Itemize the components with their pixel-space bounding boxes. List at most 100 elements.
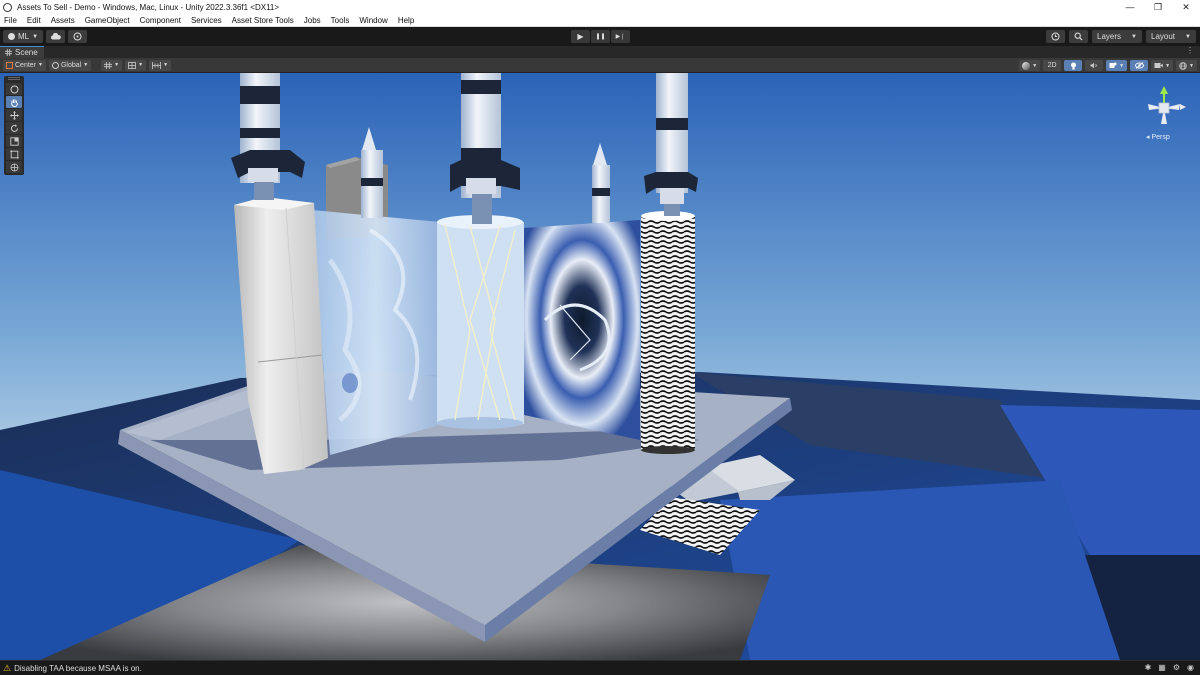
restore-button[interactable]: ❐ [1144, 0, 1172, 14]
tab-scene-label: Scene [15, 48, 38, 57]
increment-snap-button[interactable]: ▼ [149, 59, 172, 71]
step-button[interactable]: ▶❘ [611, 30, 630, 43]
gizmos-dropdown[interactable]: ▼ [1176, 60, 1197, 71]
menu-gameobject[interactable]: GameObject [80, 16, 135, 25]
pause-button[interactable]: ❚❚ [591, 30, 610, 43]
perspective-icon: ◂ [1146, 134, 1150, 141]
rect-tool-button[interactable] [6, 148, 22, 160]
account-label: ML [17, 32, 30, 41]
chevron-down-icon: ▼ [1131, 33, 1137, 40]
globe-icon [51, 61, 59, 69]
projection-label[interactable]: ◂ Persp [1146, 133, 1170, 141]
search-icon [1074, 32, 1083, 41]
history-icon [73, 32, 82, 41]
hand-tool-button[interactable] [6, 96, 22, 108]
hidden-eye-icon [1134, 62, 1144, 69]
grid-icon [104, 61, 113, 69]
pivot-label: Center [15, 61, 37, 69]
chevron-down-icon: ▼ [1165, 62, 1171, 69]
chevron-down-icon: ▼ [1032, 62, 1038, 69]
collab-button[interactable] [68, 30, 87, 43]
scene-visibility-toggle[interactable] [1130, 60, 1149, 71]
menu-asset-store-tools[interactable]: Asset Store Tools [227, 16, 299, 25]
title-bar: Assets To Sell - Demo - Windows, Mac, Li… [0, 0, 1200, 14]
unity-logo-icon [3, 2, 12, 12]
menu-jobs[interactable]: Jobs [299, 16, 326, 25]
toggle-2d-button[interactable]: 2D [1043, 60, 1062, 71]
grid-icon [5, 49, 12, 56]
grid-visibility-button[interactable]: ▼ [101, 59, 123, 71]
tools-overlay [4, 76, 24, 175]
bug-icon[interactable]: ✱ [1145, 663, 1152, 672]
unity-editor: Assets To Sell - Demo - Windows, Mac, Li… [0, 0, 1200, 675]
scene-viewport[interactable] [0, 73, 1200, 660]
camera-icon [1154, 63, 1163, 68]
play-button[interactable]: ▶ [571, 30, 590, 43]
debug-mode-icon[interactable]: ⚙ [1173, 663, 1180, 672]
menu-edit[interactable]: Edit [22, 16, 46, 25]
menu-tools[interactable]: Tools [326, 16, 355, 25]
chevron-down-icon: ▼ [138, 62, 144, 68]
layers-dropdown[interactable]: Layers ▼ [1092, 30, 1142, 43]
scale-tool-button[interactable] [6, 135, 22, 147]
chevron-down-icon: ▼ [1119, 62, 1125, 69]
layout-dropdown[interactable]: Layout ▼ [1146, 30, 1196, 43]
tab-scene[interactable]: Scene [0, 46, 44, 58]
effects-icon [1109, 62, 1117, 68]
camera-dropdown[interactable]: ▼ [1151, 60, 1174, 71]
warning-icon: ⚠ [3, 662, 12, 673]
move-arrows-icon [9, 110, 19, 120]
notification-icon[interactable]: ◉ [1187, 663, 1194, 672]
orientation-gizmo[interactable]: ◂ Persp [1140, 84, 1188, 144]
playback-controls: ▶ ❚❚ ▶❘ [571, 30, 630, 43]
audio-toggle[interactable] [1085, 60, 1104, 71]
draw-mode-dropdown[interactable]: ▼ [1019, 60, 1041, 71]
undo-history-button[interactable] [1046, 30, 1065, 43]
rotate-icon [10, 124, 18, 132]
minimize-button[interactable]: — [1116, 0, 1144, 14]
scene-render [0, 73, 1200, 660]
window-title: Assets To Sell - Demo - Windows, Mac, Li… [17, 2, 280, 12]
transform-tool-button[interactable] [6, 161, 22, 173]
space-dropdown[interactable]: Global ▼ [48, 59, 92, 71]
cache-server-icon[interactable]: ▦ [1158, 663, 1166, 672]
menu-component[interactable]: Component [135, 16, 186, 25]
close-button[interactable]: ✕ [1172, 0, 1200, 14]
account-icon [7, 33, 15, 40]
layout-label: Layout [1151, 32, 1176, 41]
menu-file[interactable]: File [0, 16, 22, 25]
chevron-down-icon: ▼ [1185, 33, 1191, 40]
chevron-down-icon: ▼ [32, 33, 39, 40]
menu-assets[interactable]: Assets [46, 16, 80, 25]
cloud-button[interactable] [46, 30, 65, 43]
status-bar: ⚠ Disabling TAA because MSAA is on. ✱ ▦ … [0, 660, 1200, 675]
search-button[interactable] [1069, 30, 1088, 43]
view-tool-button[interactable] [6, 83, 22, 95]
space-label: Global [60, 61, 82, 69]
effects-dropdown[interactable]: ▼ [1106, 60, 1128, 71]
lighting-toggle[interactable] [1064, 60, 1083, 71]
drag-handle[interactable] [8, 77, 20, 80]
account-dropdown[interactable]: ML ▼ [3, 30, 43, 43]
console-message[interactable]: Disabling TAA because MSAA is on. [14, 664, 142, 673]
tab-bar: Scene ⋮ [0, 46, 1200, 58]
move-tool-button[interactable] [6, 109, 22, 121]
snap-button[interactable]: ▼ [125, 59, 147, 71]
axis-gizmo-icon [1148, 86, 1186, 124]
chevron-down-icon: ▼ [83, 62, 89, 68]
layers-label: Layers [1097, 32, 1122, 41]
rect-transform-icon [9, 149, 19, 159]
gizmo-globe-icon [1179, 61, 1187, 70]
more-options-icon[interactable]: ⋮ [1186, 46, 1194, 55]
chevron-down-icon: ▼ [163, 62, 169, 68]
menu-window[interactable]: Window [354, 16, 392, 25]
shading-sphere-icon [1022, 61, 1031, 70]
menu-services[interactable]: Services [186, 16, 227, 25]
pivot-dropdown[interactable]: Center ▼ [3, 59, 46, 71]
chevron-down-icon: ▼ [114, 62, 120, 68]
history-icon [1051, 32, 1060, 41]
menu-help[interactable]: Help [393, 16, 419, 25]
lightbulb-icon [1070, 62, 1076, 69]
scale-icon [9, 136, 19, 146]
rotate-tool-button[interactable] [6, 122, 22, 134]
